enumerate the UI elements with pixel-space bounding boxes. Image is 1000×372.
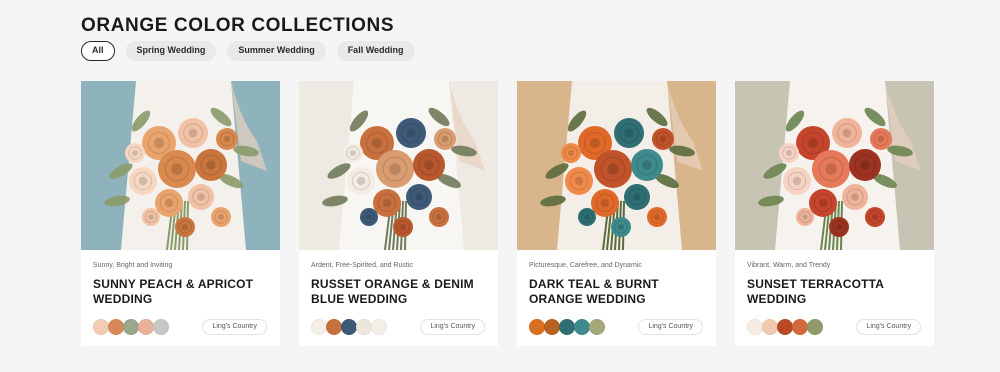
card-title[interactable]: SUNNY PEACH & APRICOT WEDDING bbox=[93, 277, 273, 306]
color-swatch bbox=[559, 319, 575, 335]
card-title[interactable]: RUSSET ORANGE & DENIM BLUE WEDDING bbox=[311, 277, 491, 306]
filter-chip-spring-wedding[interactable]: Spring Wedding bbox=[125, 41, 217, 61]
color-swatch bbox=[311, 319, 327, 335]
card-subtitle: Ardent, Free-Spirited, and Rustic bbox=[311, 262, 413, 269]
color-swatch bbox=[574, 319, 590, 335]
color-swatch bbox=[123, 319, 139, 335]
collection-card[interactable]: Vibrant, Warm, and Trendy SUNSET TERRACO… bbox=[735, 81, 934, 346]
color-swatch bbox=[93, 319, 109, 335]
color-swatch bbox=[529, 319, 545, 335]
card-subtitle: Picturesque, Carefree, and Dynamic bbox=[529, 262, 642, 269]
card-subtitle: Sunny, Bright and Inviting bbox=[93, 262, 173, 269]
collection-grid: Sunny, Bright and Inviting SUNNY PEACH &… bbox=[81, 81, 934, 346]
page-title: ORANGE COLOR COLLECTIONS bbox=[81, 15, 395, 36]
brand-badge[interactable]: Ling's Country bbox=[202, 319, 267, 335]
bouquet-photo[interactable] bbox=[81, 81, 280, 250]
color-swatch-row bbox=[747, 319, 823, 335]
color-swatch bbox=[792, 319, 808, 335]
color-swatch-row bbox=[311, 319, 387, 335]
color-swatch bbox=[762, 319, 778, 335]
filter-bar: All Spring Wedding Summer Wedding Fall W… bbox=[81, 41, 415, 61]
color-swatch bbox=[589, 319, 605, 335]
collection-card[interactable]: Ardent, Free-Spirited, and Rustic RUSSET… bbox=[299, 81, 498, 346]
color-swatch bbox=[341, 319, 357, 335]
color-swatch bbox=[326, 319, 342, 335]
color-swatch bbox=[544, 319, 560, 335]
filter-chip-fall-wedding[interactable]: Fall Wedding bbox=[336, 41, 415, 61]
filter-chip-summer-wedding[interactable]: Summer Wedding bbox=[227, 41, 326, 61]
color-swatch bbox=[747, 319, 763, 335]
color-swatch bbox=[108, 319, 124, 335]
card-subtitle: Vibrant, Warm, and Trendy bbox=[747, 262, 831, 269]
brand-badge[interactable]: Ling's Country bbox=[420, 319, 485, 335]
bouquet-photo[interactable] bbox=[299, 81, 498, 250]
color-swatch bbox=[777, 319, 793, 335]
brand-badge[interactable]: Ling's Country bbox=[856, 319, 921, 335]
filter-chip-all[interactable]: All bbox=[81, 41, 115, 61]
color-swatch bbox=[138, 319, 154, 335]
bouquet-photo[interactable] bbox=[517, 81, 716, 250]
color-swatch bbox=[371, 319, 387, 335]
color-swatch-row bbox=[93, 319, 169, 335]
color-swatch bbox=[153, 319, 169, 335]
collection-card[interactable]: Picturesque, Carefree, and Dynamic DARK … bbox=[517, 81, 716, 346]
card-title[interactable]: DARK TEAL & BURNT ORANGE WEDDING bbox=[529, 277, 709, 306]
color-swatch bbox=[807, 319, 823, 335]
bouquet-photo[interactable] bbox=[735, 81, 934, 250]
color-swatch-row bbox=[529, 319, 605, 335]
card-title[interactable]: SUNSET TERRACOTTA WEDDING bbox=[747, 277, 927, 306]
brand-badge[interactable]: Ling's Country bbox=[638, 319, 703, 335]
collection-card[interactable]: Sunny, Bright and Inviting SUNNY PEACH &… bbox=[81, 81, 280, 346]
color-swatch bbox=[356, 319, 372, 335]
